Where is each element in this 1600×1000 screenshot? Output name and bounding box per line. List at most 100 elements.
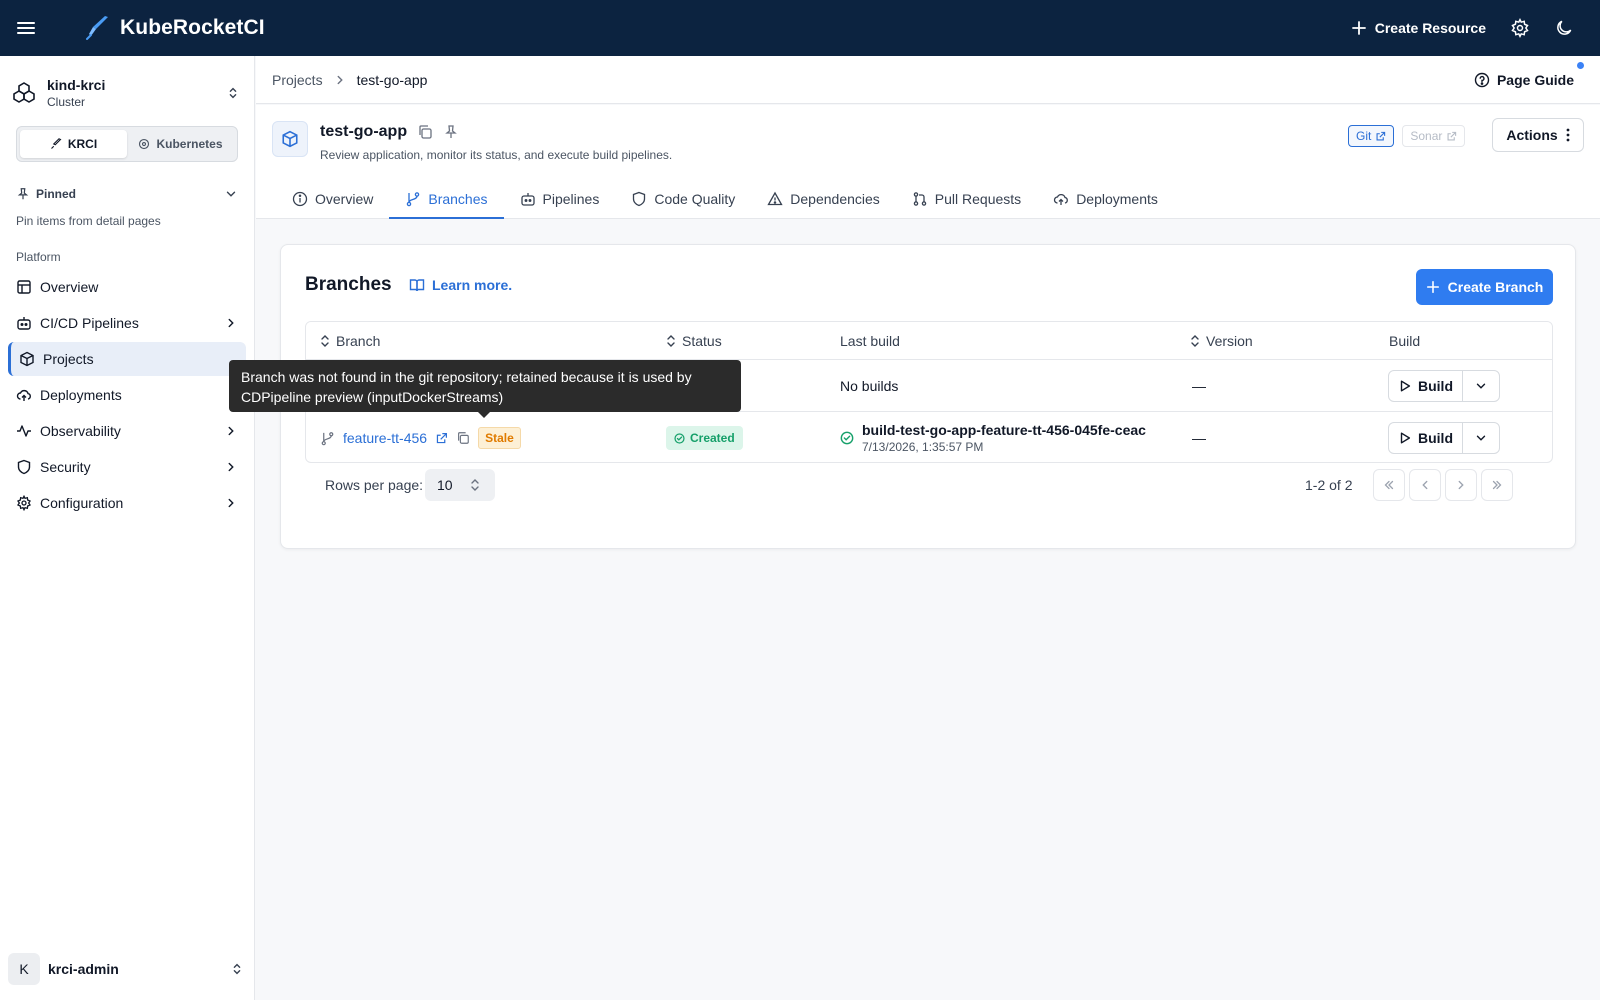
app-logo[interactable]: KubeRocketCI: [84, 14, 265, 42]
sidebar-item-label: Configuration: [40, 495, 124, 511]
tab-pull-requests[interactable]: Pull Requests: [896, 179, 1037, 219]
git-link[interactable]: Git: [1348, 125, 1395, 147]
chevrons-left-icon: [1382, 478, 1396, 492]
create-branch-button[interactable]: Create Branch: [1416, 269, 1553, 305]
help-circle-icon: [1474, 72, 1490, 88]
sidebar-item-cicd-pipelines[interactable]: CI/CD Pipelines: [8, 306, 246, 340]
copy-icon[interactable]: [456, 431, 470, 445]
chevron-left-icon: [1418, 478, 1432, 492]
cluster-switcher[interactable]: kind-krci Cluster: [0, 56, 254, 116]
chevron-right-icon: [1454, 478, 1468, 492]
plus-icon: [1426, 280, 1440, 294]
rows-per-page-label: Rows per page:: [325, 477, 424, 493]
sidebar-item-configuration[interactable]: Configuration: [8, 486, 246, 520]
chevrons-up-down-icon: [230, 962, 244, 976]
play-icon: [1398, 379, 1412, 393]
stale-badge[interactable]: Stale: [478, 427, 521, 449]
pinned-section-toggle[interactable]: Pinned: [16, 184, 238, 204]
next-page-button[interactable]: [1445, 469, 1477, 501]
bot-icon: [520, 191, 536, 207]
column-header-branch[interactable]: Branch: [320, 322, 380, 360]
top-bar: KubeRocketCI Create Resource: [0, 0, 1600, 56]
build-button[interactable]: Build: [1389, 423, 1463, 453]
sidebar-item-overview[interactable]: Overview: [8, 270, 246, 304]
rocket-logo-icon: [84, 14, 112, 42]
pin-icon: [16, 187, 30, 201]
git-branch-icon: [320, 431, 335, 446]
page-title-row: test-go-app: [320, 123, 459, 141]
hamburger-menu-icon[interactable]: [14, 16, 38, 40]
learn-more-link[interactable]: Learn more.: [409, 277, 512, 293]
tab-overview[interactable]: Overview: [276, 179, 389, 219]
git-branch-icon: [405, 191, 421, 207]
mode-label: Kubernetes: [156, 137, 223, 151]
sidebar-nav: Overview CI/CD Pipelines Projects Deploy…: [0, 270, 254, 520]
version-cell: —: [1192, 378, 1206, 394]
chevron-right-icon: [224, 424, 238, 438]
build-button-group: Build: [1388, 422, 1500, 454]
sidebar-item-projects[interactable]: Projects: [8, 342, 246, 376]
external-link-icon[interactable]: [435, 432, 448, 445]
status-badge: Created: [666, 426, 743, 450]
chevron-down-icon: [224, 187, 238, 201]
build-button[interactable]: Build: [1389, 371, 1463, 401]
check-circle-icon: [840, 431, 854, 445]
last-page-button[interactable]: [1481, 469, 1513, 501]
sidebar-item-observability[interactable]: Observability: [8, 414, 246, 448]
cloud-upload-icon: [1053, 191, 1069, 207]
rows-per-page-select[interactable]: 10: [425, 469, 495, 501]
build-label: Build: [1418, 378, 1453, 394]
branch-name-link[interactable]: feature-tt-456: [343, 430, 427, 446]
tab-pipelines[interactable]: Pipelines: [504, 179, 616, 219]
cluster-type: Cluster: [47, 95, 86, 109]
avatar: K: [8, 953, 40, 985]
breadcrumb: Projects test-go-app Page Guide: [256, 56, 1600, 104]
external-link-icon: [1375, 131, 1386, 142]
tab-dependencies[interactable]: Dependencies: [751, 179, 896, 219]
build-options-dropdown[interactable]: [1463, 423, 1499, 453]
pinned-hint: Pin items from detail pages: [16, 214, 161, 228]
page-guide-button[interactable]: Page Guide: [1474, 61, 1584, 88]
shield-icon: [631, 191, 647, 207]
breadcrumb-projects-link[interactable]: Projects: [272, 72, 323, 88]
sidebar-item-label: Projects: [43, 351, 94, 367]
build-name[interactable]: build-test-go-app-feature-tt-456-045fe-c…: [862, 422, 1146, 438]
tab-branches[interactable]: Branches: [389, 179, 504, 219]
status-cell: Created: [666, 412, 743, 462]
create-resource-button[interactable]: Create Resource: [1351, 20, 1486, 36]
plus-icon: [1351, 20, 1367, 36]
page-description: Review application, monitor its status, …: [320, 148, 673, 162]
column-header-status[interactable]: Status: [666, 322, 722, 360]
copy-icon[interactable]: [417, 124, 433, 140]
external-links: Git Sonar: [1348, 125, 1466, 147]
mode-option-kubernetes[interactable]: Kubernetes: [127, 130, 234, 158]
more-vertical-icon: [1566, 128, 1570, 142]
sidebar-item-security[interactable]: Security: [8, 450, 246, 484]
column-label: Status: [682, 333, 722, 349]
dark-mode-moon-icon[interactable]: [1554, 18, 1574, 38]
sonar-link: Sonar: [1402, 125, 1466, 147]
chevron-right-icon: [224, 460, 238, 474]
build-options-dropdown[interactable]: [1463, 371, 1499, 401]
external-link-icon: [1446, 131, 1457, 142]
column-label: Build: [1389, 333, 1421, 349]
box-icon: [19, 351, 35, 367]
column-header-version[interactable]: Version: [1190, 322, 1253, 360]
tab-code-quality[interactable]: Code Quality: [615, 179, 751, 219]
pin-icon[interactable]: [443, 124, 459, 140]
settings-gear-icon[interactable]: [1510, 18, 1530, 38]
build-timestamp: 7/13/2026, 1:35:57 PM: [862, 440, 984, 454]
user-menu[interactable]: K krci-admin: [8, 952, 244, 986]
cluster-icon: [12, 81, 36, 105]
mode-option-krci[interactable]: KRCI: [20, 130, 127, 158]
sidebar-item-label: CI/CD Pipelines: [40, 315, 139, 331]
first-page-button[interactable]: [1373, 469, 1405, 501]
actions-button[interactable]: Actions: [1492, 118, 1584, 152]
previous-page-button[interactable]: [1409, 469, 1441, 501]
chevron-down-icon: [1474, 379, 1488, 393]
branches-title: Branches: [305, 274, 392, 295]
tab-label: Dependencies: [790, 191, 880, 207]
tab-deployments[interactable]: Deployments: [1037, 179, 1174, 219]
sidebar-item-deployments[interactable]: Deployments: [8, 378, 246, 412]
column-label: Branch: [336, 333, 381, 349]
